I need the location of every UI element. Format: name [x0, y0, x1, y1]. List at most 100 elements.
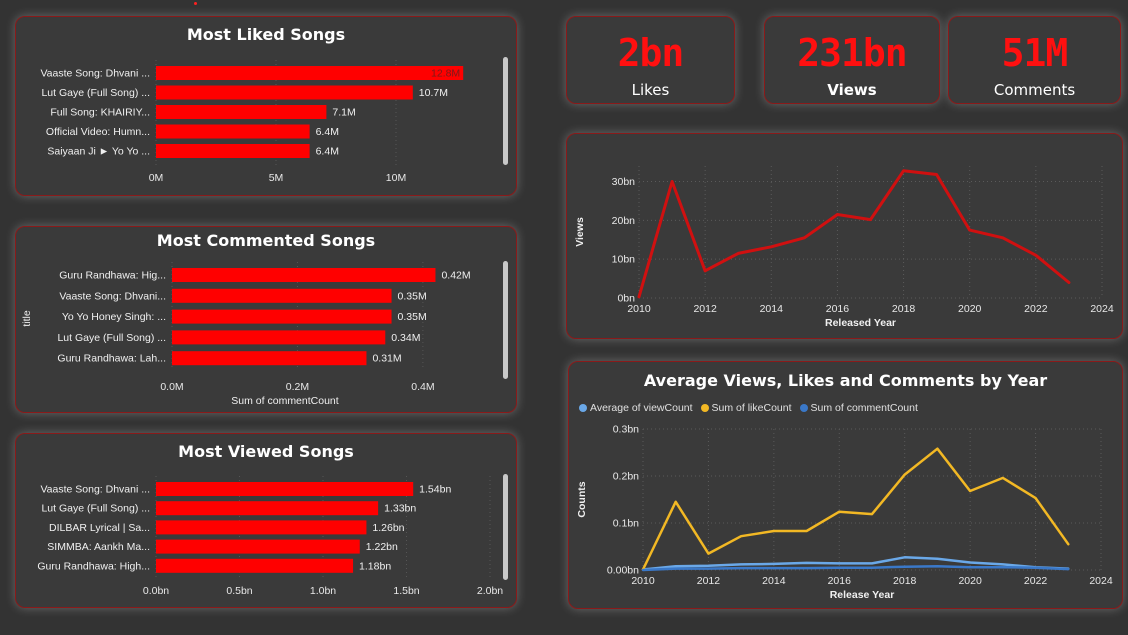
- data-label: 0.34M: [391, 332, 420, 344]
- y-tick-label: 10bn: [612, 254, 636, 266]
- x-tick-label: 2012: [693, 303, 717, 315]
- bar: [156, 501, 379, 516]
- data-label: 1.18bn: [359, 560, 391, 572]
- commented-bar-chart: 0.0M 0.2M 0.4M Guru Randhawa: Hig... 0.42M Va…: [21, 262, 471, 407]
- bar: [156, 105, 327, 119]
- y-tick-label: 0.3bn: [613, 424, 639, 436]
- data-label: 7.1M: [332, 107, 355, 119]
- kpi-likes-label: Likes: [631, 81, 670, 99]
- y-category-label: Lut Gaye (Full Song) ...: [57, 332, 166, 344]
- x-tick-label: 2010: [631, 575, 655, 587]
- liked-bar-chart: 0M 5M 10M Vaaste Song: Dhvani ... 12.8M Lut G…: [40, 60, 464, 184]
- y-tick-label: 0.1bn: [613, 518, 639, 530]
- decor-dot: [194, 2, 197, 5]
- commented-card: Most Commented Songs 0.0M 0.2M 0.4M Guru Ra…: [15, 226, 517, 413]
- x-tick-label: 2014: [762, 575, 786, 587]
- bar: [172, 309, 392, 324]
- y-category-label: Full Song: KHAIRIY...: [50, 107, 150, 119]
- x-tick-label: 2010: [627, 303, 651, 315]
- y-tick-label: 0.2bn: [613, 471, 639, 483]
- bar: [156, 144, 310, 158]
- data-label: 6.4M: [316, 126, 339, 138]
- bar: [172, 330, 386, 345]
- series-line: [637, 169, 1071, 299]
- y-category-label: DILBAR Lyrical | Sa...: [49, 522, 150, 534]
- y-axis-title: Counts: [576, 481, 588, 517]
- x-tick-label: 2024: [1090, 303, 1114, 315]
- commented-scrollbar[interactable]: [503, 261, 508, 379]
- x-axis-title: Sum of commentCount: [231, 395, 338, 407]
- y-tick-label: 30bn: [612, 176, 636, 188]
- x-tick-label: 2012: [697, 575, 721, 587]
- data-label: 12.8M: [431, 68, 460, 80]
- data-label: 1.26bn: [372, 522, 404, 534]
- y-category-label: Official Video: Humn...: [46, 126, 150, 138]
- kpi-comments-value: 51M: [1001, 31, 1069, 75]
- x-axis-title: Release Year: [830, 589, 895, 601]
- y-category-label: SIMMBA: Aankh Ma...: [47, 541, 150, 553]
- x-axis-title: Released Year: [825, 317, 896, 329]
- liked-scrollbar[interactable]: [503, 57, 508, 165]
- y-category-label: Yo Yo Honey Singh: ...: [62, 311, 166, 323]
- y-category-label: Guru Randhawa: High...: [37, 560, 150, 572]
- kpi-likes-card: 2bn Likes: [566, 16, 735, 104]
- y-category-label: Lut Gaye (Full Song) ...: [41, 503, 150, 515]
- bar: [156, 66, 464, 80]
- y-category-label: Vaaste Song: Dhvani ...: [40, 68, 150, 80]
- y-category-label: Lut Gaye (Full Song) ...: [41, 87, 150, 99]
- x-tick-label: 5M: [269, 172, 284, 184]
- bar: [156, 520, 367, 535]
- views-line-chart: 0bn10bn20bn30bn2010 2012 2014 2016 2018 2020 2…: [574, 166, 1114, 329]
- y-tick-label: 20bn: [612, 215, 636, 227]
- y-category-label: Saiyaan Ji ► Yo Yo ...: [47, 146, 150, 158]
- x-tick-label: 0.0bn: [143, 585, 169, 597]
- x-tick-label: 2022: [1024, 303, 1048, 315]
- kpi-views-value: 231bn: [797, 31, 907, 75]
- x-tick-label: 0.0M: [160, 381, 183, 393]
- kpi-views-card: 231bn Views: [764, 16, 940, 104]
- y-axis-title: Views: [574, 217, 586, 247]
- kpi-comments-card: 51M Comments: [948, 16, 1121, 104]
- data-label: 10.7M: [419, 87, 448, 99]
- y-category-label: Guru Randhawa: Lah...: [57, 353, 166, 365]
- data-label: 6.4M: [316, 146, 339, 158]
- viewed-scrollbar[interactable]: [503, 474, 508, 580]
- x-tick-label: 2014: [760, 303, 784, 315]
- viewed-card: Most Viewed Songs 0.0bn 0.5bn 1.0bn 1.5bn 2.…: [15, 433, 517, 608]
- x-tick-label: 2022: [1024, 575, 1048, 587]
- x-tick-label: 2018: [893, 575, 917, 587]
- data-label: 1.54bn: [419, 484, 451, 496]
- x-tick-label: 0.5bn: [226, 585, 252, 597]
- data-label: 0.35M: [398, 311, 427, 323]
- avg-year-card: Average Views, Likes and Comments by Yea…: [568, 361, 1123, 609]
- viewed-bar-chart: 0.0bn 0.5bn 1.0bn 1.5bn 2.0bn Vaaste Song: Dh…: [37, 476, 503, 597]
- x-tick-label: 2020: [958, 303, 982, 315]
- bar: [172, 268, 436, 282]
- x-tick-label: 2016: [828, 575, 852, 587]
- bar: [172, 288, 392, 303]
- series-line: [641, 447, 1070, 571]
- x-tick-label: 0M: [149, 172, 164, 184]
- y-axis-title: title: [21, 310, 33, 327]
- data-label: 1.33bn: [384, 503, 416, 515]
- x-tick-label: 10M: [386, 172, 406, 184]
- data-label: 0.42M: [441, 270, 470, 282]
- x-tick-label: 1.0bn: [310, 585, 336, 597]
- x-tick-label: 2024: [1089, 575, 1113, 587]
- views-year-card: 0bn 10bn 20bn 30bn 2010 2012 2014 2016 2018 2020 2…: [566, 133, 1123, 339]
- bar: [156, 558, 354, 573]
- kpi-comments-label: Comments: [993, 81, 1076, 99]
- x-tick-label: 2016: [826, 303, 850, 315]
- data-label: 0.35M: [398, 290, 427, 302]
- data-label: 0.31M: [372, 353, 401, 365]
- bar: [156, 124, 310, 139]
- kpi-views-label: Views: [827, 81, 877, 99]
- x-tick-label: 2018: [892, 303, 916, 315]
- bar: [156, 482, 414, 496]
- kpi-likes-value: 2bn: [617, 31, 685, 75]
- x-tick-label: 2020: [958, 575, 982, 587]
- liked-card: Most Liked Songs 0M 5M 10M Vaaste Song: Dhv…: [15, 16, 517, 196]
- bar: [156, 539, 360, 554]
- x-tick-label: 2.0bn: [477, 585, 503, 597]
- avg-line-chart: 0.00bn0.1bn0.2bn0.3bn2010 2012 2014 2016 201…: [576, 424, 1113, 602]
